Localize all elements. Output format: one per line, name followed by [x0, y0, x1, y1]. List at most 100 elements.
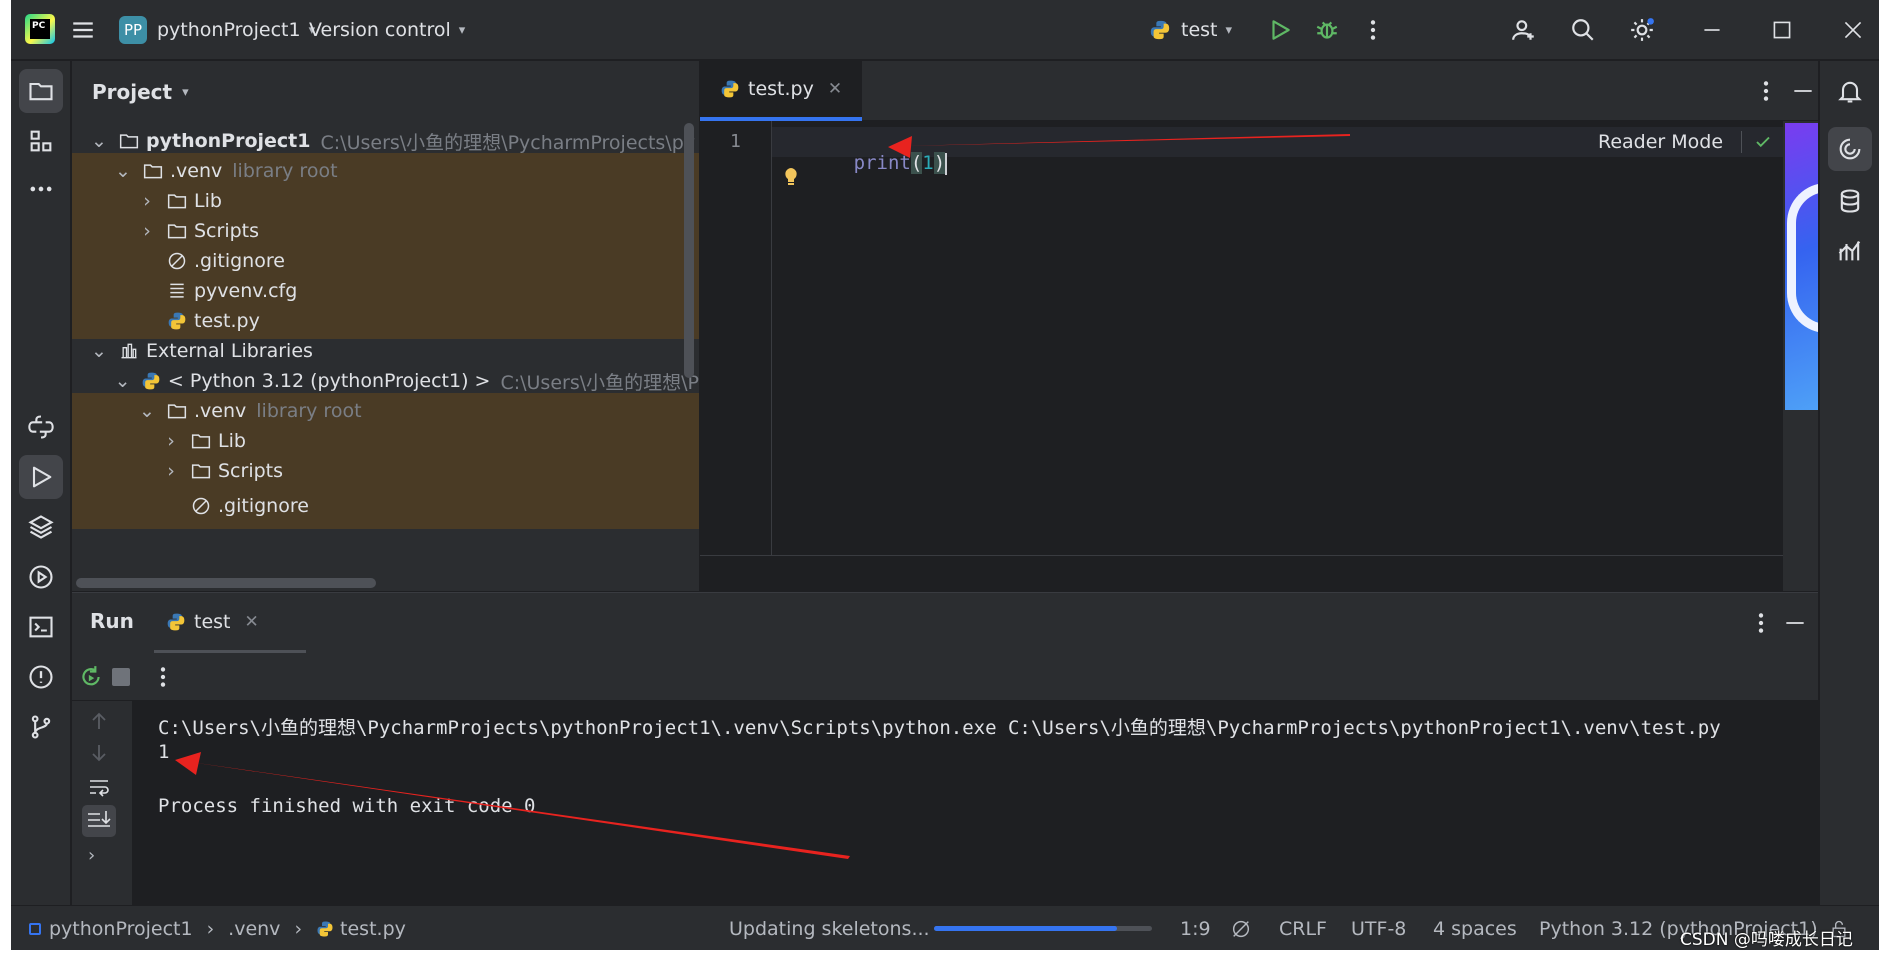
debug-icon[interactable] [1311, 14, 1343, 46]
problems-icon[interactable] [19, 655, 63, 699]
code-line-1[interactable]: print(1) [785, 130, 948, 197]
tree-label: test.py [194, 310, 260, 332]
maximize-icon[interactable] [1766, 14, 1798, 46]
stop-icon[interactable] [112, 668, 130, 686]
rerun-icon[interactable] [78, 664, 104, 694]
chevron-right-icon: › [143, 190, 151, 212]
run-tab-test[interactable]: test ✕ [154, 593, 306, 653]
reader-mode-label: Reader Mode [1598, 131, 1724, 153]
pycharm-window: PC PP pythonProject1 ▾ Version control ▾… [11, 0, 1879, 950]
lightbulb-icon[interactable] [779, 165, 803, 193]
project-tool-icon[interactable] [19, 69, 63, 113]
hide-panel-icon[interactable] [1790, 78, 1816, 104]
code-paren-open: ( [910, 152, 923, 174]
line-separator[interactable]: CRLF [1279, 906, 1327, 950]
run-panel-header: Run test ✕ [72, 593, 1818, 653]
python-packages-icon[interactable] [19, 505, 63, 549]
reader-mode-toggle[interactable]: Reader Mode [1598, 127, 1772, 157]
indent-setting[interactable]: 4 spaces [1433, 906, 1517, 950]
console-command-line: C:\Users\小鱼的理想\PycharmProjects\pythonPro… [158, 717, 1721, 739]
chevron-down-icon: ⌄ [91, 340, 107, 362]
folder-icon [166, 400, 188, 422]
module-icon [29, 922, 41, 935]
python-icon [166, 612, 186, 632]
soft-wrap-icon[interactable] [87, 775, 111, 803]
run-toolbar [72, 653, 1818, 701]
more-actions-icon[interactable] [150, 664, 176, 694]
line-gutter [700, 121, 772, 555]
horizontal-scrollbar[interactable] [76, 578, 376, 588]
ai-assistant-icon[interactable] [1828, 127, 1872, 171]
chevron-right-icon[interactable]: › [88, 845, 95, 866]
hide-panel-icon[interactable] [1782, 610, 1808, 640]
structure-icon[interactable] [19, 119, 63, 163]
services-icon[interactable] [19, 555, 63, 599]
minimize-icon[interactable] [1696, 14, 1728, 46]
text-caret [945, 152, 948, 175]
divider [1741, 131, 1743, 153]
code-number: 1 [922, 152, 934, 174]
project-panel-header[interactable]: Project ▾ [72, 61, 699, 123]
main-menu-icon[interactable] [67, 14, 99, 46]
search-icon[interactable] [1567, 14, 1599, 46]
caret-position[interactable]: 1:9 [1180, 906, 1211, 950]
logo-shape [1787, 183, 1818, 333]
run-config-label: test [1181, 19, 1218, 41]
database-icon[interactable] [1828, 179, 1872, 223]
line-number: 1 [730, 131, 741, 152]
chevron-down-icon: ▾ [182, 84, 189, 100]
git-icon[interactable] [19, 705, 63, 749]
breadcrumb: pythonProject1 › .venv › test.py [29, 906, 406, 950]
pycharm-logo[interactable]: PC [25, 14, 55, 44]
project-panel: Project ▾ ⌄ pythonProject1 C:\Users\小鱼的理… [72, 61, 699, 591]
python-file-icon [166, 310, 188, 332]
more-tools-icon[interactable] [19, 167, 63, 211]
close-tab-icon[interactable]: ✕ [828, 79, 842, 99]
sciview-icon[interactable] [1828, 229, 1872, 273]
chevron-right-icon: › [143, 220, 151, 242]
breadcrumb-venv[interactable]: .venv [228, 918, 280, 940]
terminal-icon[interactable] [19, 605, 63, 649]
close-tab-icon[interactable]: ✕ [245, 612, 259, 632]
project-panel-title: Project [92, 80, 173, 104]
editor-tab-test-py[interactable]: test.py ✕ [700, 61, 862, 121]
chevron-down-icon: ⌄ [114, 370, 131, 392]
breadcrumb-project[interactable]: pythonProject1 [49, 918, 193, 940]
notifications-icon[interactable] [1828, 69, 1872, 113]
editor-more-icon[interactable] [1753, 78, 1779, 104]
folder-icon [166, 190, 188, 212]
tree-row-sdk-gitignore[interactable]: .gitignore [72, 483, 699, 529]
vertical-scrollbar[interactable] [684, 123, 694, 378]
arrow-down-icon[interactable] [87, 741, 111, 769]
divider [700, 555, 1818, 556]
scroll-to-end-icon[interactable] [82, 805, 116, 837]
tree-label: Lib [194, 190, 222, 212]
run-icon[interactable] [1264, 14, 1296, 46]
run-config-selector[interactable]: test ▾ [1149, 0, 1232, 60]
editor-tab-bar: test.py ✕ [700, 61, 1818, 121]
arrow-up-icon[interactable] [87, 709, 111, 737]
inspection-off-icon[interactable] [1230, 906, 1252, 950]
tree-label: External Libraries [146, 340, 313, 362]
version-control-menu[interactable]: Version control ▾ [309, 0, 465, 60]
folder-icon [190, 460, 212, 482]
progress-bar[interactable] [934, 926, 1152, 931]
project-switcher[interactable]: PP pythonProject1 ▾ [119, 0, 315, 60]
check-icon [1754, 133, 1772, 151]
tree-note: library root [256, 400, 362, 422]
chevron-right-icon: › [167, 430, 175, 452]
run-tool-icon[interactable] [19, 455, 63, 499]
background-task-text[interactable]: Updating skeletons... [729, 906, 930, 950]
settings-gear-icon[interactable] [1626, 14, 1658, 46]
tree-path: C:\Users\小鱼的理想\P [500, 371, 699, 394]
file-encoding[interactable]: UTF-8 [1351, 906, 1406, 950]
console-exit-line: Process finished with exit code 0 [158, 795, 536, 817]
close-icon[interactable] [1837, 14, 1869, 46]
ignore-file-icon [166, 250, 188, 272]
more-actions-icon[interactable] [1357, 14, 1389, 46]
chevron-right-icon: › [167, 460, 175, 482]
breadcrumb-file[interactable]: test.py [340, 918, 406, 940]
add-user-icon[interactable] [1508, 14, 1540, 46]
python-console-icon[interactable] [19, 405, 63, 449]
run-more-icon[interactable] [1748, 610, 1774, 640]
